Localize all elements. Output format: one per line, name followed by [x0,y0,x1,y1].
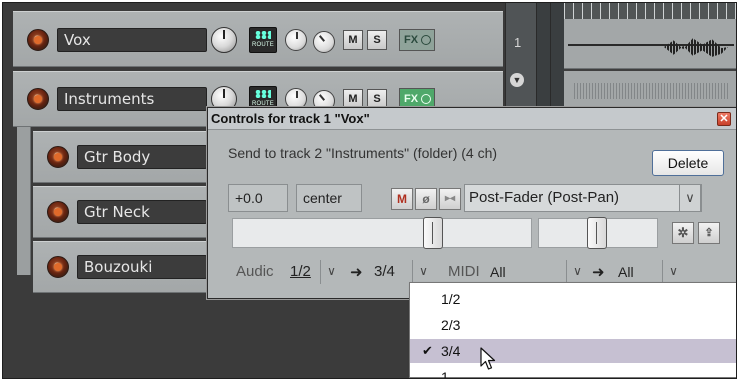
chevron-down-icon[interactable]: ∨ [662,260,684,284]
midi-source-select[interactable]: All [490,264,506,280]
fx-label: FX [404,93,419,105]
fx-button[interactable]: FX [399,29,435,51]
send-pan-slider[interactable] [538,217,658,249]
menu-item-label: 1 [441,369,449,379]
dialog-title: Controls for track 1 "Vox" [208,108,736,130]
record-arm-button[interactable] [27,29,49,51]
chevron-down-icon[interactable]: ∨ [412,260,434,284]
audio-label: Audic [236,263,274,280]
send-mode-select[interactable]: Post-Fader (Post-Pan) ∨ [464,184,702,212]
send-controls-dialog: Controls for track 1 "Vox" ✕ Send to tra… [207,107,736,299]
record-arm-button[interactable] [47,256,69,278]
menu-item[interactable]: 1 [410,365,736,379]
send-mode-value: Post-Fader (Post-Pan) [469,189,620,206]
power-icon [421,94,431,104]
mouse-cursor-icon [480,347,496,370]
send-description: Send to track 2 "Instruments" (folder) (… [228,145,498,161]
menu-item-label: 1/2 [441,291,461,307]
mute-button[interactable]: M [343,89,363,109]
slider-handle[interactable] [587,217,607,249]
power-icon [421,35,431,45]
mono-stereo-icon[interactable]: ▸◂ [439,188,461,210]
slider-handle[interactable] [423,217,443,249]
waveform [574,83,728,99]
audio-dest-menu: 1/2 2/3 ✔ 3/4 1 [409,282,736,379]
route-button[interactable]: ROUTE [249,27,277,53]
menu-item[interactable]: 1/2 [410,287,736,311]
menu-item-label: 2/3 [441,317,461,333]
track-name-field[interactable]: Gtr Body [77,145,207,169]
record-arm-button[interactable] [47,201,69,223]
arrow-right-icon: ➜ [350,264,363,281]
chevron-down-icon[interactable]: ∨ [679,184,701,212]
folder-indent [17,125,31,275]
delete-button[interactable]: Delete [652,150,724,176]
track-name-field[interactable]: Instruments [57,87,207,111]
waveform-peak [664,38,728,57]
width-knob[interactable] [313,31,335,53]
track-number: 1 [514,35,522,50]
phase-invert-icon[interactable]: ø [415,188,437,210]
menu-item-selected[interactable]: ✔ 3/4 [410,339,736,363]
audio-dest-select[interactable]: 3/4 [374,263,395,280]
menu-item-label: 3/4 [441,343,461,359]
midi-dest-select[interactable]: All [618,264,634,280]
timeline-ruler[interactable] [564,3,736,19]
solo-button[interactable]: S [367,30,387,50]
envelope-icon[interactable]: ✲ [672,222,694,244]
send-volume-field[interactable]: +0.0 [228,184,288,212]
send-pan-field[interactable]: center [296,184,362,212]
item-vox[interactable] [564,19,736,69]
track-name-field[interactable]: Vox [57,28,207,52]
close-icon[interactable]: ✕ [717,112,731,126]
chevron-down-icon[interactable]: ∨ [320,260,342,284]
item-instruments[interactable] [564,71,736,111]
reaper-window: Vox ROUTE M S FX Instruments ROUTE M S F… [2,2,737,379]
track-vox[interactable]: Vox ROUTE M S FX [13,11,503,67]
record-arm-button[interactable] [47,146,69,168]
folder-collapse-icon[interactable]: ▼ [510,73,524,87]
track-name-field[interactable]: Bouzouki [77,255,207,279]
fx-label: FX [404,34,419,46]
solo-button[interactable]: S [367,89,387,109]
menu-item[interactable]: 2/3 [410,313,736,337]
record-arm-button[interactable] [27,88,49,110]
chevron-down-icon[interactable]: ∨ [566,260,588,284]
route-to-track-icon[interactable]: ⇪ [698,222,720,244]
check-icon: ✔ [422,343,433,358]
pan-knob[interactable] [285,29,307,51]
arrow-right-icon: ➜ [592,264,605,281]
volume-knob[interactable] [211,27,237,53]
mute-button[interactable]: M [343,30,363,50]
send-mute-button[interactable]: M [391,188,413,210]
audio-source-select[interactable]: 1/2 [290,263,311,280]
midi-label: MIDI [448,263,480,280]
send-volume-slider[interactable] [232,217,532,249]
track-name-field[interactable]: Gtr Neck [77,200,207,224]
